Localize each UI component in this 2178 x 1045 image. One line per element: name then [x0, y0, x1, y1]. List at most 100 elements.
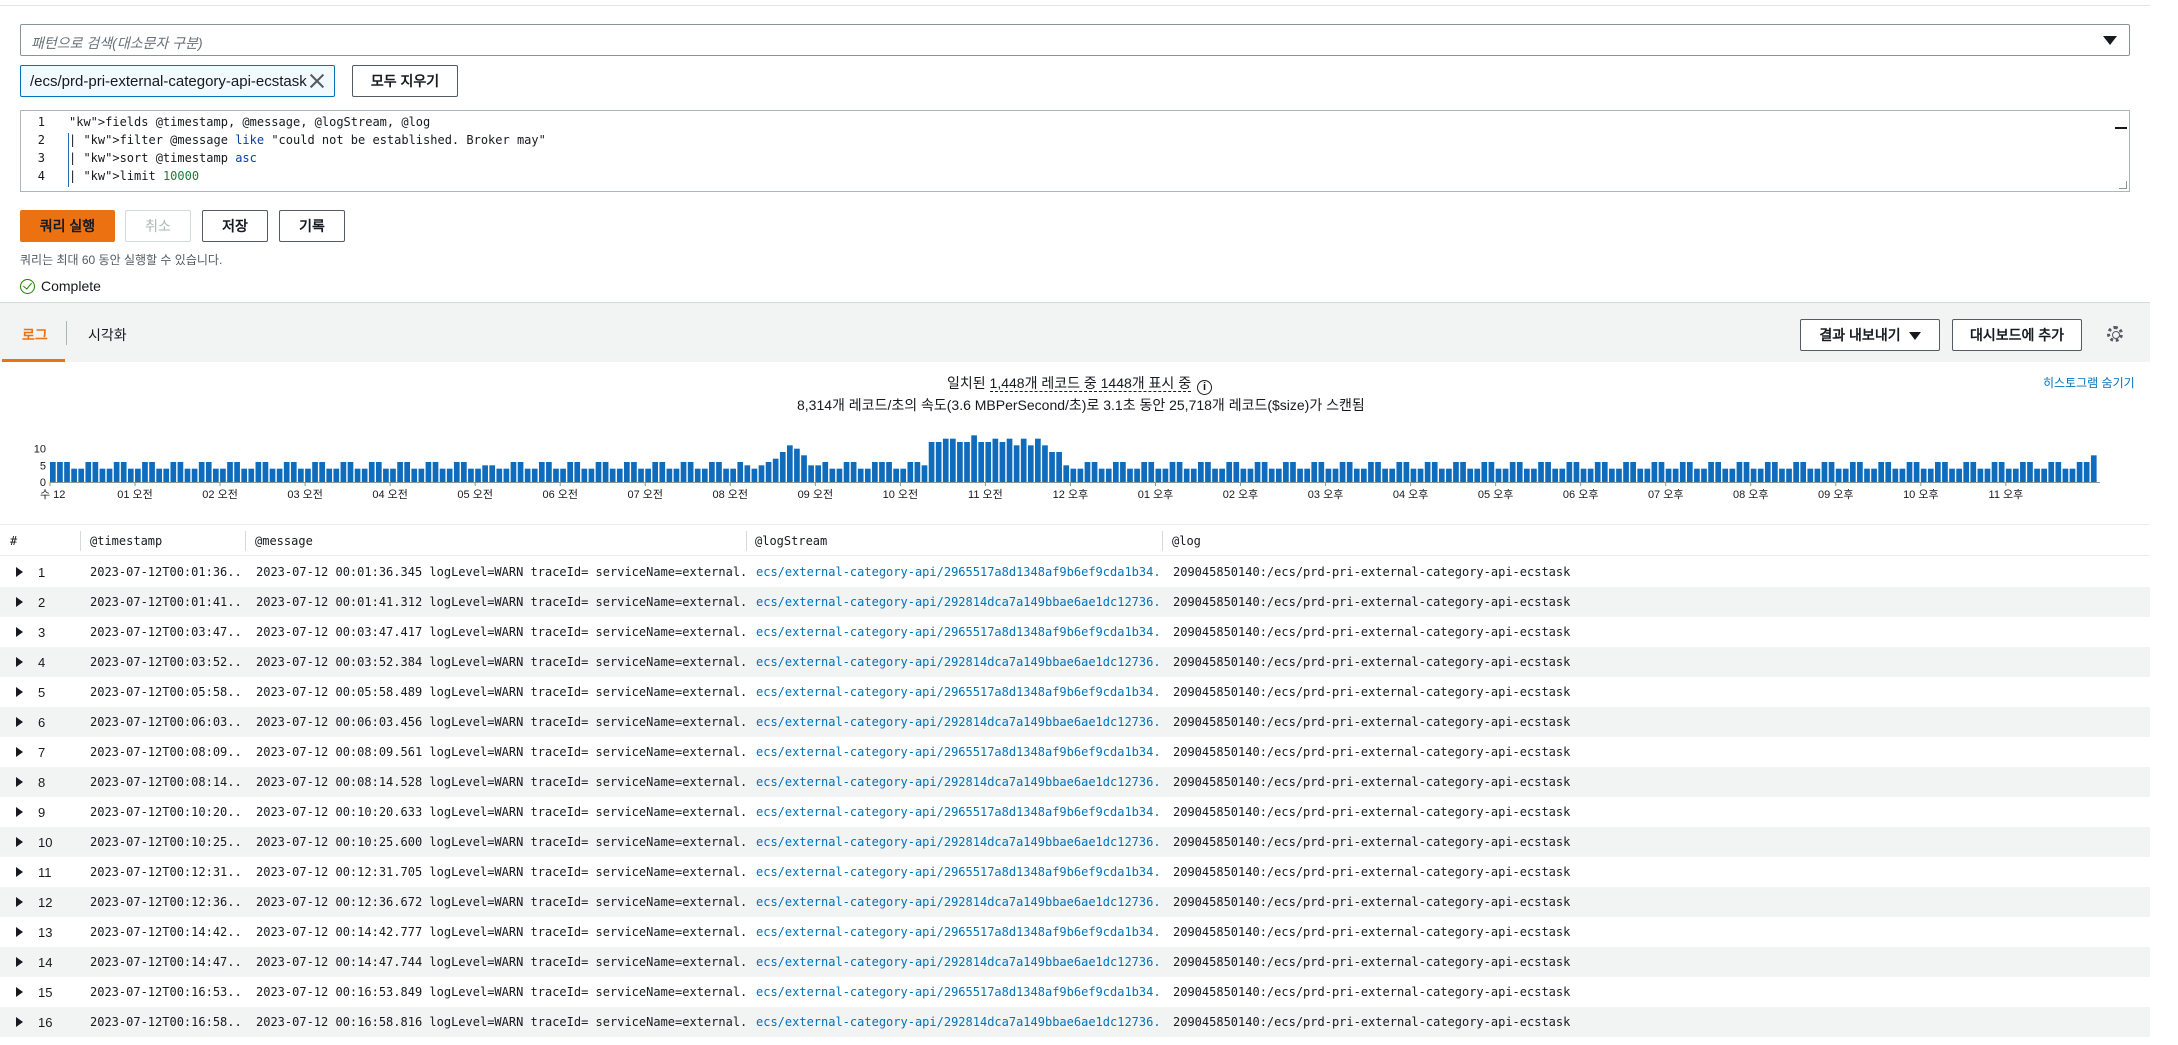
cell-logstream-link[interactable]: ecs/external-category-api/292814dca7a149…: [756, 895, 1160, 909]
expand-row-triangle-icon[interactable]: [16, 657, 23, 667]
histogram-bar[interactable]: [1382, 468, 1388, 482]
col-header-logstream[interactable]: @logStream: [755, 534, 827, 548]
histogram-bar[interactable]: [127, 468, 134, 482]
histogram-bar[interactable]: [1559, 468, 1566, 482]
histogram-bar[interactable]: [1212, 468, 1218, 482]
expand-row-triangle-icon[interactable]: [16, 1017, 23, 1027]
histogram-bar[interactable]: [1275, 468, 1282, 482]
histogram-bar[interactable]: [645, 468, 651, 482]
histogram-bar[interactable]: [1304, 468, 1310, 482]
histogram-bar[interactable]: [553, 468, 559, 482]
histogram-bar[interactable]: [1495, 468, 1502, 482]
export-results-button[interactable]: 결과 내보내기: [1800, 319, 1940, 351]
histogram-bar[interactable]: [546, 462, 552, 482]
histogram-bar[interactable]: [1736, 462, 1743, 482]
histogram-bar[interactable]: [1509, 462, 1516, 482]
histogram-bar[interactable]: [1800, 462, 1807, 482]
histogram-bar[interactable]: [992, 438, 999, 482]
histogram-bar[interactable]: [1729, 468, 1736, 482]
histogram-bar[interactable]: [1970, 462, 1977, 482]
histogram-bar[interactable]: [375, 462, 382, 482]
histogram-bar[interactable]: [1127, 468, 1133, 482]
editor-line[interactable]: 1 "kw">fields @timestamp, @message, @logS…: [21, 113, 2121, 131]
cell-logstream-link[interactable]: ecs/external-category-api/292814dca7a149…: [756, 715, 1160, 729]
histogram-bar[interactable]: [666, 468, 673, 482]
histogram-bar[interactable]: [1814, 468, 1821, 482]
table-row[interactable]: 16 2023-07-12T00:16:58... 2023-07-12 00:16…: [0, 1007, 2150, 1037]
histogram-bar[interactable]: [1240, 468, 1247, 482]
histogram-bar[interactable]: [2090, 455, 2097, 482]
expand-row-triangle-icon[interactable]: [16, 627, 23, 637]
histogram-bar[interactable]: [354, 468, 361, 482]
histogram-bar[interactable]: [524, 468, 531, 482]
histogram-bar[interactable]: [1389, 468, 1396, 482]
histogram-bar[interactable]: [1027, 445, 1034, 482]
histogram-bar[interactable]: [985, 442, 992, 482]
histogram-bar[interactable]: [1410, 468, 1417, 482]
histogram-bar[interactable]: [255, 462, 262, 482]
histogram-bar[interactable]: [276, 468, 283, 482]
histogram-bar[interactable]: [475, 468, 481, 482]
histogram-bar[interactable]: [1063, 465, 1070, 482]
histogram-bar[interactable]: [1474, 468, 1481, 482]
histogram-bar[interactable]: [1134, 468, 1140, 482]
histogram-bar[interactable]: [1268, 468, 1275, 482]
table-row[interactable]: 3 2023-07-12T00:03:47... 2023-07-12 00:03:…: [0, 617, 2150, 647]
histogram-bar[interactable]: [1013, 445, 1020, 482]
histogram-bar[interactable]: [1446, 468, 1452, 482]
histogram-bar[interactable]: [78, 468, 85, 482]
col-header-timestamp[interactable]: @timestamp: [90, 534, 162, 548]
histogram-bar[interactable]: [1318, 462, 1325, 482]
histogram-bar[interactable]: [1283, 462, 1289, 482]
histogram-bar[interactable]: [1708, 462, 1714, 482]
histogram-bar[interactable]: [191, 468, 198, 482]
histogram-bar[interactable]: [212, 468, 219, 482]
expand-row-triangle-icon[interactable]: [16, 687, 23, 697]
histogram-bar[interactable]: [411, 468, 418, 482]
histogram-bar[interactable]: [262, 462, 269, 482]
table-row[interactable]: 15 2023-07-12T00:16:53... 2023-07-12 00:16…: [0, 977, 2150, 1007]
histogram-bar[interactable]: [120, 462, 127, 482]
histogram-bar[interactable]: [1963, 462, 1970, 482]
histogram-bar[interactable]: [1070, 468, 1077, 482]
histogram-bar[interactable]: [787, 445, 793, 482]
histogram-bar[interactable]: [135, 468, 141, 482]
histogram-bar[interactable]: [1984, 468, 1991, 482]
histogram-bar[interactable]: [1290, 462, 1296, 482]
cell-logstream-link[interactable]: ecs/external-category-api/292814dca7a149…: [756, 835, 1160, 849]
histogram-bar[interactable]: [1793, 462, 1799, 482]
histogram-bar[interactable]: [1531, 468, 1537, 482]
histogram-bar[interactable]: [227, 462, 233, 482]
histogram-bar[interactable]: [220, 468, 226, 482]
histogram-bar[interactable]: [928, 442, 935, 482]
histogram-bar[interactable]: [1297, 468, 1303, 482]
histogram-bar[interactable]: [1488, 462, 1495, 482]
column-divider[interactable]: [245, 531, 246, 551]
histogram-bar[interactable]: [638, 468, 644, 482]
table-row[interactable]: 9 2023-07-12T00:10:20... 2023-07-12 00:10:…: [0, 797, 2150, 827]
histogram-bar[interactable]: [1254, 462, 1261, 482]
histogram-bar[interactable]: [616, 468, 623, 482]
table-row[interactable]: 7 2023-07-12T00:08:09... 2023-07-12 00:08:…: [0, 737, 2150, 767]
histogram-bar[interactable]: [1523, 468, 1530, 482]
expand-row-triangle-icon[interactable]: [16, 717, 23, 727]
histogram-bar[interactable]: [765, 462, 772, 482]
histogram-bar[interactable]: [1417, 468, 1424, 482]
add-to-dashboard-button[interactable]: 대시보드에 추가: [1952, 319, 2082, 351]
histogram-bar[interactable]: [574, 462, 581, 482]
histogram-bar[interactable]: [1644, 468, 1651, 482]
histogram-bar[interactable]: [2041, 468, 2047, 482]
histogram-bar[interactable]: [723, 468, 729, 482]
histogram-bar[interactable]: [652, 462, 659, 482]
cell-logstream-link[interactable]: ecs/external-category-api/2965517a8d1348…: [756, 865, 1160, 879]
histogram-bar[interactable]: [942, 438, 949, 482]
histogram-bar[interactable]: [1339, 462, 1346, 482]
histogram-bar[interactable]: [1842, 468, 1849, 482]
histogram-bar[interactable]: [1042, 445, 1048, 482]
histogram-bar[interactable]: [432, 462, 439, 482]
histogram-bar[interactable]: [2055, 462, 2062, 482]
histogram-bar[interactable]: [829, 468, 836, 482]
histogram-bar[interactable]: [397, 462, 403, 482]
histogram-bar[interactable]: [1864, 468, 1870, 482]
histogram-bar[interactable]: [1353, 468, 1360, 482]
